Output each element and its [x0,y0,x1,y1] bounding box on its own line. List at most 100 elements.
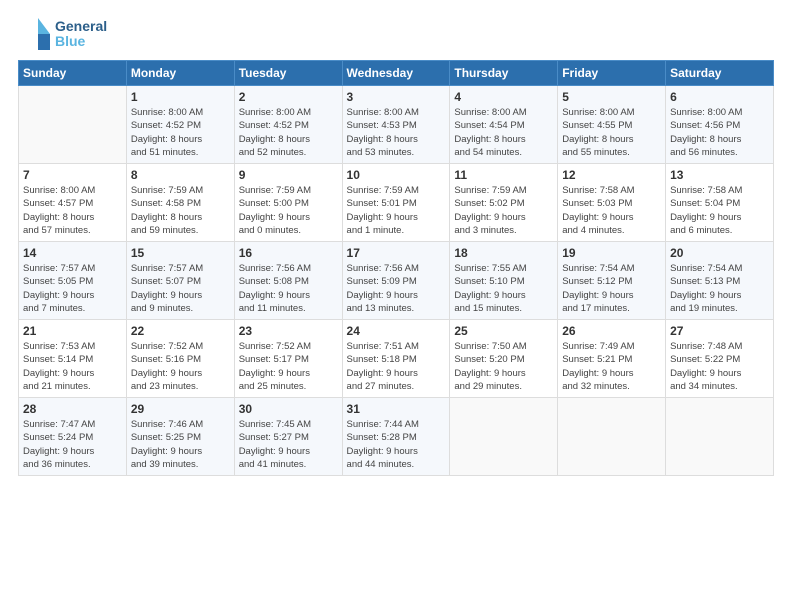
day-number: 7 [23,168,122,182]
day-number: 23 [239,324,338,338]
calendar-cell: 14 Sunrise: 7:57 AM Sunset: 5:05 PM Dayli… [19,242,127,320]
day-number: 25 [454,324,553,338]
day-info: Sunrise: 8:00 AM Sunset: 4:57 PM Dayligh… [23,184,122,237]
day-info: Sunrise: 7:59 AM Sunset: 4:58 PM Dayligh… [131,184,230,237]
day-info: Sunrise: 7:53 AM Sunset: 5:14 PM Dayligh… [23,340,122,393]
calendar-table: SundayMondayTuesdayWednesdayThursdayFrid… [18,60,774,476]
day-number: 21 [23,324,122,338]
calendar-cell: 19 Sunrise: 7:54 AM Sunset: 5:12 PM Dayli… [558,242,666,320]
day-info: Sunrise: 7:59 AM Sunset: 5:02 PM Dayligh… [454,184,553,237]
day-number: 22 [131,324,230,338]
calendar-cell: 29 Sunrise: 7:46 AM Sunset: 5:25 PM Dayli… [126,398,234,476]
day-info: Sunrise: 7:45 AM Sunset: 5:27 PM Dayligh… [239,418,338,471]
logo-graphic [18,18,50,50]
calendar-header: SundayMondayTuesdayWednesdayThursdayFrid… [19,61,774,86]
day-info: Sunrise: 7:55 AM Sunset: 5:10 PM Dayligh… [454,262,553,315]
day-info: Sunrise: 7:57 AM Sunset: 5:05 PM Dayligh… [23,262,122,315]
day-number: 8 [131,168,230,182]
col-header-friday: Friday [558,61,666,86]
calendar-week-4: 21 Sunrise: 7:53 AM Sunset: 5:14 PM Dayli… [19,320,774,398]
day-info: Sunrise: 7:49 AM Sunset: 5:21 PM Dayligh… [562,340,661,393]
calendar-cell: 5 Sunrise: 8:00 AM Sunset: 4:55 PM Daylig… [558,86,666,164]
day-number: 12 [562,168,661,182]
calendar-cell: 31Sunrise: 7:44 AM Sunset: 5:28 PM Dayli… [342,398,450,476]
calendar-cell: 30 Sunrise: 7:45 AM Sunset: 5:27 PM Dayli… [234,398,342,476]
calendar-cell: 10Sunrise: 7:59 AM Sunset: 5:01 PM Dayli… [342,164,450,242]
day-info: Sunrise: 7:52 AM Sunset: 5:16 PM Dayligh… [131,340,230,393]
page: General Blue SundayMondayTuesdayWednesda… [0,0,792,612]
col-header-saturday: Saturday [666,61,774,86]
calendar-week-5: 28Sunrise: 7:47 AM Sunset: 5:24 PM Dayli… [19,398,774,476]
calendar-cell [19,86,127,164]
calendar-cell: 16 Sunrise: 7:56 AM Sunset: 5:08 PM Dayli… [234,242,342,320]
day-number: 18 [454,246,553,260]
day-number: 17 [347,246,446,260]
calendar-cell: 21 Sunrise: 7:53 AM Sunset: 5:14 PM Dayli… [19,320,127,398]
calendar-cell: 25 Sunrise: 7:50 AM Sunset: 5:20 PM Dayli… [450,320,558,398]
day-number: 24 [347,324,446,338]
calendar-week-1: 1 Sunrise: 8:00 AM Sunset: 4:52 PM Daylig… [19,86,774,164]
day-number: 1 [131,90,230,104]
day-number: 15 [131,246,230,260]
header-row: SundayMondayTuesdayWednesdayThursdayFrid… [19,61,774,86]
calendar-cell: 20 Sunrise: 7:54 AM Sunset: 5:13 PM Dayli… [666,242,774,320]
day-info: Sunrise: 7:59 AM Sunset: 5:01 PM Dayligh… [347,184,446,237]
calendar-cell: 1Sunrise: 8:00 AM Sunset: 4:52 PM Daylig… [126,86,234,164]
calendar-cell: 24 Sunrise: 7:51 AM Sunset: 5:18 PM Dayli… [342,320,450,398]
day-info: Sunrise: 7:58 AM Sunset: 5:03 PM Dayligh… [562,184,661,237]
logo-general: General [55,19,107,34]
calendar-cell: 7 Sunrise: 8:00 AM Sunset: 4:57 PM Daylig… [19,164,127,242]
day-number: 29 [131,402,230,416]
calendar-cell: 11Sunrise: 7:59 AM Sunset: 5:02 PM Dayli… [450,164,558,242]
day-number: 26 [562,324,661,338]
calendar-cell: 17 Sunrise: 7:56 AM Sunset: 5:09 PM Dayli… [342,242,450,320]
calendar-body: 1 Sunrise: 8:00 AM Sunset: 4:52 PM Daylig… [19,86,774,476]
logo: General Blue [18,18,107,50]
day-info: Sunrise: 8:00 AM Sunset: 4:53 PM Dayligh… [347,106,446,159]
day-number: 5 [562,90,661,104]
day-info: Sunrise: 8:00 AM Sunset: 4:55 PM Dayligh… [562,106,661,159]
calendar-cell [450,398,558,476]
calendar-cell: 4Sunrise: 8:00 AM Sunset: 4:54 PM Daylig… [450,86,558,164]
day-info: Sunrise: 7:59 AM Sunset: 5:00 PM Dayligh… [239,184,338,237]
day-number: 2 [239,90,338,104]
day-info: Sunrise: 7:50 AM Sunset: 5:20 PM Dayligh… [454,340,553,393]
day-info: Sunrise: 7:56 AM Sunset: 5:08 PM Dayligh… [239,262,338,315]
col-header-tuesday: Tuesday [234,61,342,86]
day-number: 20 [670,246,769,260]
day-info: Sunrise: 7:57 AM Sunset: 5:07 PM Dayligh… [131,262,230,315]
calendar-cell: 12 Sunrise: 7:58 AM Sunset: 5:03 PM Dayli… [558,164,666,242]
day-number: 30 [239,402,338,416]
header: General Blue [18,18,774,50]
day-info: Sunrise: 7:54 AM Sunset: 5:12 PM Dayligh… [562,262,661,315]
calendar-cell: 26 Sunrise: 7:49 AM Sunset: 5:21 PM Dayli… [558,320,666,398]
day-number: 13 [670,168,769,182]
day-info: Sunrise: 7:46 AM Sunset: 5:25 PM Dayligh… [131,418,230,471]
day-info: Sunrise: 7:51 AM Sunset: 5:18 PM Dayligh… [347,340,446,393]
calendar-week-2: 7 Sunrise: 8:00 AM Sunset: 4:57 PM Daylig… [19,164,774,242]
calendar-week-3: 14 Sunrise: 7:57 AM Sunset: 5:05 PM Dayli… [19,242,774,320]
day-info: Sunrise: 8:00 AM Sunset: 4:56 PM Dayligh… [670,106,769,159]
calendar-cell [666,398,774,476]
day-info: Sunrise: 7:48 AM Sunset: 5:22 PM Dayligh… [670,340,769,393]
calendar-cell: 3Sunrise: 8:00 AM Sunset: 4:53 PM Daylig… [342,86,450,164]
calendar-cell: 13Sunrise: 7:58 AM Sunset: 5:04 PM Dayli… [666,164,774,242]
day-number: 27 [670,324,769,338]
day-info: Sunrise: 7:54 AM Sunset: 5:13 PM Dayligh… [670,262,769,315]
calendar-cell: 9 Sunrise: 7:59 AM Sunset: 5:00 PM Daylig… [234,164,342,242]
day-number: 31 [347,402,446,416]
day-number: 14 [23,246,122,260]
day-number: 19 [562,246,661,260]
calendar-cell: 27 Sunrise: 7:48 AM Sunset: 5:22 PM Dayli… [666,320,774,398]
day-number: 9 [239,168,338,182]
calendar-cell [558,398,666,476]
day-info: Sunrise: 7:52 AM Sunset: 5:17 PM Dayligh… [239,340,338,393]
logo-blue: Blue [55,34,107,49]
calendar-cell: 22 Sunrise: 7:52 AM Sunset: 5:16 PM Dayli… [126,320,234,398]
day-number: 4 [454,90,553,104]
calendar-cell: 6Sunrise: 8:00 AM Sunset: 4:56 PM Daylig… [666,86,774,164]
day-number: 16 [239,246,338,260]
day-info: Sunrise: 8:00 AM Sunset: 4:52 PM Dayligh… [239,106,338,159]
col-header-thursday: Thursday [450,61,558,86]
day-info: Sunrise: 7:56 AM Sunset: 5:09 PM Dayligh… [347,262,446,315]
